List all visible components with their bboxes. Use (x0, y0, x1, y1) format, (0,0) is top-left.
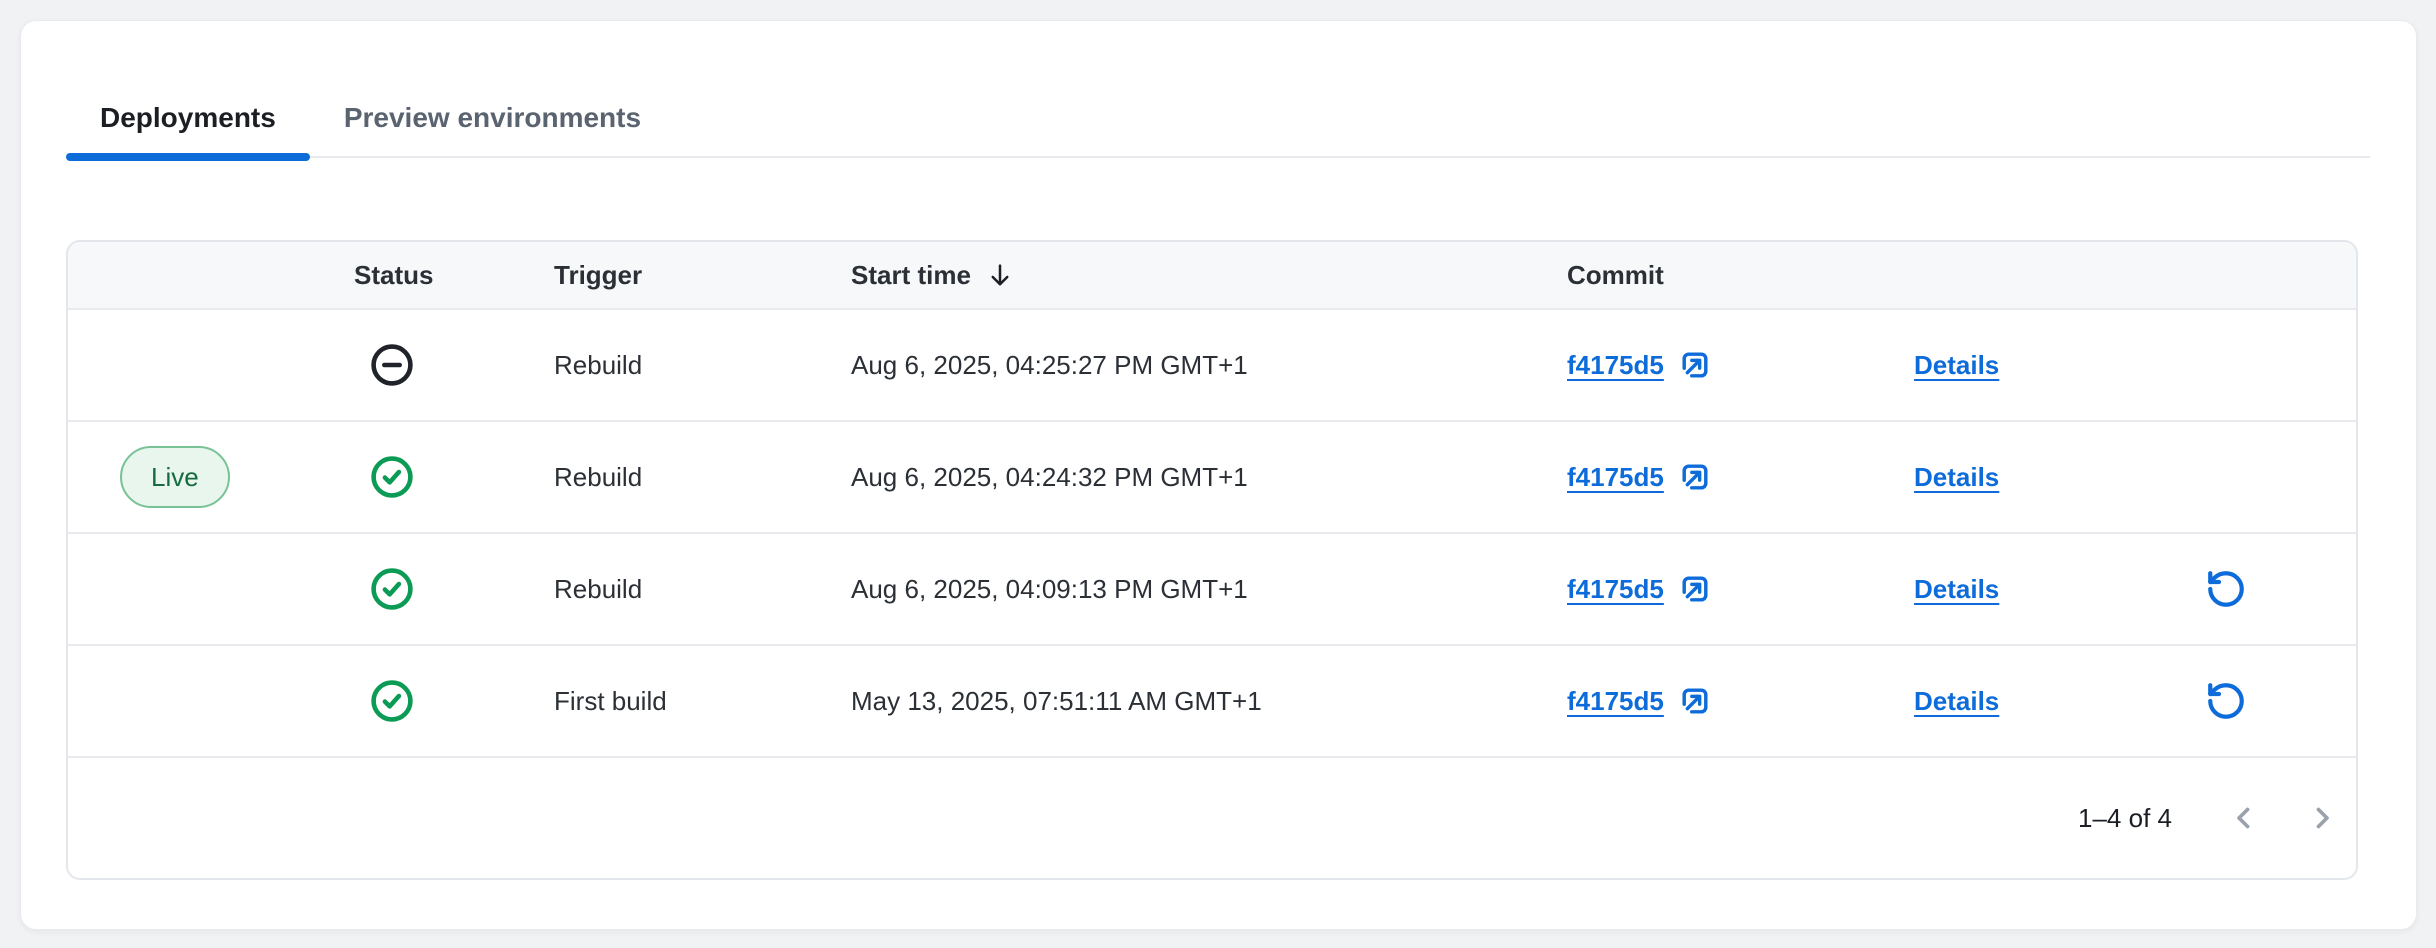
chevron-right-icon (2305, 801, 2339, 835)
deployments-table: Status Trigger Start time Commit (66, 240, 2358, 880)
trigger-cell: Rebuild (554, 574, 851, 605)
external-link-icon[interactable] (1677, 459, 1713, 495)
details-link[interactable]: Details (1914, 574, 1999, 605)
details-cell: Details (1914, 686, 2141, 717)
check-circle-icon (369, 678, 415, 724)
tab-preview-environments-label: Preview environments (344, 102, 641, 133)
table-header-row: Status Trigger Start time Commit (68, 242, 2356, 310)
pagination-prev-button[interactable] (2220, 794, 2268, 842)
retry-cell (2141, 677, 2356, 725)
check-circle-icon (369, 454, 415, 500)
external-link-icon[interactable] (1677, 347, 1713, 383)
table-row: Live Rebuild Aug 6, 2025, 04:24:32 PM GM… (68, 422, 2356, 534)
table-row: Rebuild Aug 6, 2025, 04:09:13 PM GMT+1 f… (68, 534, 2356, 646)
status-cell (354, 678, 554, 724)
details-link[interactable]: Details (1914, 462, 1999, 493)
commit-link[interactable]: f4175d5 (1567, 683, 1713, 719)
pagination-next-button[interactable] (2298, 794, 2346, 842)
tab-preview-environments[interactable]: Preview environments (310, 101, 675, 156)
commit-link[interactable]: f4175d5 (1567, 571, 1713, 607)
start-time-cell: Aug 6, 2025, 04:25:27 PM GMT+1 (851, 350, 1567, 381)
check-circle-icon (369, 566, 415, 612)
start-time-cell: Aug 6, 2025, 04:09:13 PM GMT+1 (851, 574, 1567, 605)
rotate-ccw-icon (2205, 568, 2247, 610)
retry-button[interactable] (2202, 565, 2250, 613)
header-start-time[interactable]: Start time (851, 260, 1567, 291)
header-status: Status (354, 260, 554, 291)
table-row: Rebuild Aug 6, 2025, 04:25:27 PM GMT+1 f… (68, 310, 2356, 422)
trigger-cell: Rebuild (554, 350, 851, 381)
status-cell (354, 342, 554, 388)
external-link-icon[interactable] (1677, 683, 1713, 719)
commit-hash[interactable]: f4175d5 (1567, 462, 1664, 493)
header-commit: Commit (1567, 260, 1914, 291)
trigger-cell: First build (554, 686, 851, 717)
details-cell: Details (1914, 574, 2141, 605)
details-link[interactable]: Details (1914, 686, 1999, 717)
details-cell: Details (1914, 462, 2141, 493)
commit-hash[interactable]: f4175d5 (1567, 686, 1664, 717)
live-cell: Live (68, 446, 354, 508)
status-cell (354, 454, 554, 500)
page: Deployments Preview environments Status … (0, 0, 2436, 948)
commit-link[interactable]: f4175d5 (1567, 459, 1713, 495)
commit-cell: f4175d5 (1567, 683, 1914, 719)
tab-deployments-label: Deployments (100, 102, 276, 133)
live-badge: Live (120, 446, 230, 508)
details-link[interactable]: Details (1914, 350, 1999, 381)
header-start-time-label: Start time (851, 260, 971, 291)
retry-button[interactable] (2202, 677, 2250, 725)
table-footer: 1–4 of 4 (68, 758, 2356, 878)
start-time-cell: Aug 6, 2025, 04:24:32 PM GMT+1 (851, 462, 1567, 493)
minus-circle-icon (369, 342, 415, 388)
commit-cell: f4175d5 (1567, 459, 1914, 495)
commit-hash[interactable]: f4175d5 (1567, 350, 1664, 381)
status-cell (354, 566, 554, 612)
header-trigger: Trigger (554, 260, 851, 291)
tab-deployments[interactable]: Deployments (66, 101, 310, 156)
commit-hash[interactable]: f4175d5 (1567, 574, 1664, 605)
tab-bar: Deployments Preview environments (66, 101, 2370, 158)
pagination-range-label: 1–4 of 4 (2078, 803, 2172, 834)
retry-cell (2141, 565, 2356, 613)
commit-cell: f4175d5 (1567, 571, 1914, 607)
commit-link[interactable]: f4175d5 (1567, 347, 1713, 383)
start-time-cell: May 13, 2025, 07:51:11 AM GMT+1 (851, 686, 1567, 717)
trigger-cell: Rebuild (554, 462, 851, 493)
commit-cell: f4175d5 (1567, 347, 1914, 383)
deployments-card: Deployments Preview environments Status … (20, 20, 2417, 930)
arrow-down-icon (985, 260, 1015, 290)
rotate-ccw-icon (2205, 680, 2247, 722)
table-row: First build May 13, 2025, 07:51:11 AM GM… (68, 646, 2356, 758)
details-cell: Details (1914, 350, 2141, 381)
chevron-left-icon (2227, 801, 2261, 835)
external-link-icon[interactable] (1677, 571, 1713, 607)
